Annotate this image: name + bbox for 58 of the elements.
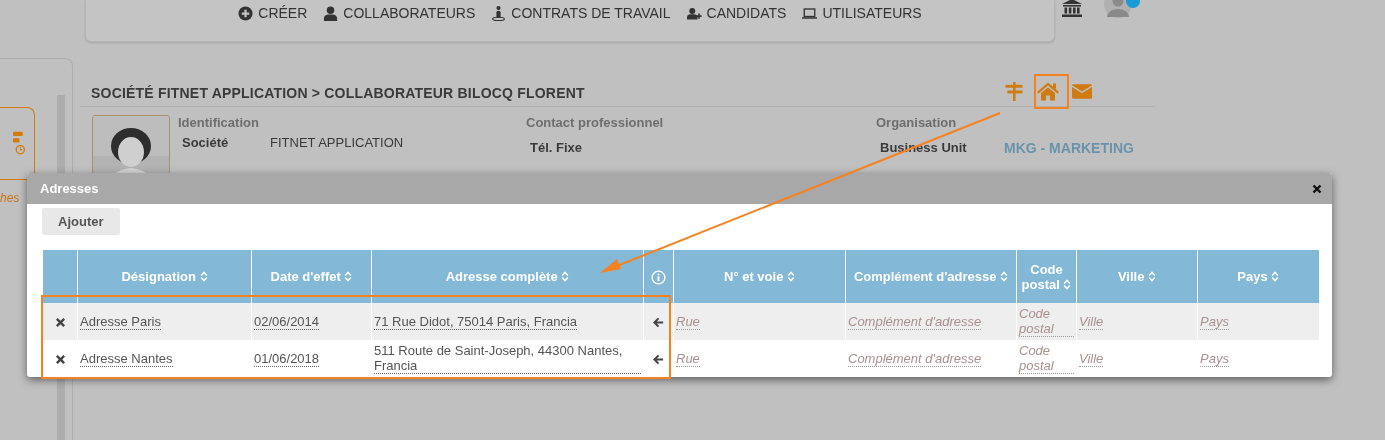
column-header: [42, 250, 78, 303]
sort-icon: [787, 271, 795, 282]
bars-clock-icon: [12, 130, 26, 157]
column-header[interactable]: Date d'effet: [251, 250, 372, 303]
nav-link[interactable]: CANDIDATS: [686, 5, 787, 21]
laptop-icon: [802, 5, 818, 21]
nav-link[interactable]: CRÉER: [238, 5, 308, 21]
column-header[interactable]: Pays: [1197, 250, 1319, 303]
field-value: FITNET APPLICATION: [270, 135, 404, 150]
section-heading: Contact professionnel: [526, 115, 665, 130]
sort-icon: [199, 271, 208, 282]
column-header[interactable]: Complément d'adresse: [845, 250, 1017, 303]
dialog-title: Adresses: [40, 181, 99, 196]
delete-icon[interactable]: [54, 317, 66, 329]
section-heading: Identification: [178, 115, 260, 130]
left-arrow-icon[interactable]: [653, 354, 664, 366]
column-header[interactable]: Désignation: [77, 250, 252, 303]
table-cell-placeholder[interactable]: Rue: [676, 350, 700, 367]
add-button[interactable]: Ajouter: [42, 208, 120, 235]
section-heading: Organisation: [876, 115, 958, 130]
nav-link[interactable]: COLLABORATEURS: [323, 5, 476, 21]
table-cell-placeholder[interactable]: Pays: [1200, 350, 1229, 367]
table-cell-placeholder[interactable]: Code postal: [1019, 343, 1074, 374]
column-header[interactable]: N° et voie: [673, 250, 846, 303]
table-cell-placeholder[interactable]: Ville: [1079, 313, 1104, 330]
table-cell-placeholder[interactable]: Rue: [676, 313, 700, 330]
highlight-frame: [1034, 74, 1069, 109]
table-cell[interactable]: 511 Route de Saint-Joseph, 44300 Nantes, Francia: [374, 343, 641, 374]
sort-icon: [561, 271, 570, 282]
field-value: MKG - MARKETING: [1004, 140, 1134, 156]
field-label: Société: [182, 135, 230, 150]
add-user-icon: [686, 5, 702, 21]
sort-icon: [344, 271, 353, 282]
breadcrumb: SOCIÉTÉ FITNET APPLICATION > COLLABORATEUR BILOCQ FLORENT: [91, 85, 585, 101]
nav-link[interactable]: CONTRATS DE TRAVAIL: [491, 5, 671, 21]
sort-icon: [1063, 278, 1072, 290]
table-cell[interactable]: 01/06/2018: [254, 350, 320, 367]
delete-icon[interactable]: [54, 354, 66, 366]
left-arrow-icon[interactable]: [653, 317, 664, 329]
sort-icon: [1148, 271, 1157, 282]
column-header[interactable]: Adresse complète: [371, 250, 644, 303]
close-icon[interactable]: [1312, 183, 1322, 194]
notification-badge: [1126, 0, 1140, 8]
column-header[interactable]: Code postal: [1016, 250, 1077, 303]
person-on-spot-icon: [491, 5, 507, 21]
field-label: Tél. Fixe: [530, 140, 584, 155]
table-cell-placeholder[interactable]: Pays: [1200, 313, 1229, 330]
sort-icon: [1000, 271, 1009, 282]
side-menu-label: hes: [0, 191, 20, 205]
user-icon: [323, 5, 339, 21]
table-cell-placeholder[interactable]: Ville: [1079, 350, 1104, 367]
nav-link[interactable]: UTILISATEURS: [802, 5, 922, 21]
table-cell-placeholder[interactable]: Complément d'adresse: [848, 350, 982, 367]
sort-icon: [1271, 271, 1280, 282]
table-cell[interactable]: Adresse Nantes: [80, 350, 173, 367]
bank-icon[interactable]: [1062, 0, 1082, 17]
column-header[interactable]: Ville: [1076, 250, 1198, 303]
plus-circle-icon: [238, 5, 254, 21]
